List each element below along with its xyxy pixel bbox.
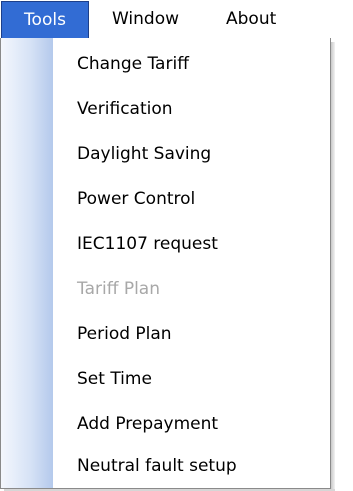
menu-icon-gutter — [1, 38, 53, 488]
menu-item-power-control[interactable]: Power Control — [53, 177, 330, 222]
menu-item-change-tariff[interactable]: Change Tariff — [53, 42, 330, 87]
menu-about[interactable]: About — [226, 0, 276, 38]
tools-dropdown-menu: Change Tariff Verification Daylight Savi… — [0, 38, 331, 489]
menu-item-set-time[interactable]: Set Time — [53, 357, 330, 402]
menu-item-verification[interactable]: Verification — [53, 87, 330, 132]
menu-item-tariff-plan: Tariff Plan — [77, 279, 160, 299]
menu-tools[interactable]: Tools — [1, 1, 89, 38]
menu-item-period-plan[interactable]: Period Plan — [53, 312, 330, 357]
menu-window[interactable]: Window — [112, 0, 179, 38]
menu-item-daylight-saving[interactable]: Daylight Saving — [53, 132, 330, 177]
menu-shadow-right — [331, 42, 335, 489]
menu-item-neutral-fault-setup[interactable]: Neutral fault setup — [53, 444, 330, 489]
menu-item-iec1107-request[interactable]: IEC1107 request — [53, 222, 330, 267]
menu-bar: Tools Window About — [0, 0, 353, 38]
menu-item-add-prepayment[interactable]: Add Prepayment — [53, 402, 330, 447]
